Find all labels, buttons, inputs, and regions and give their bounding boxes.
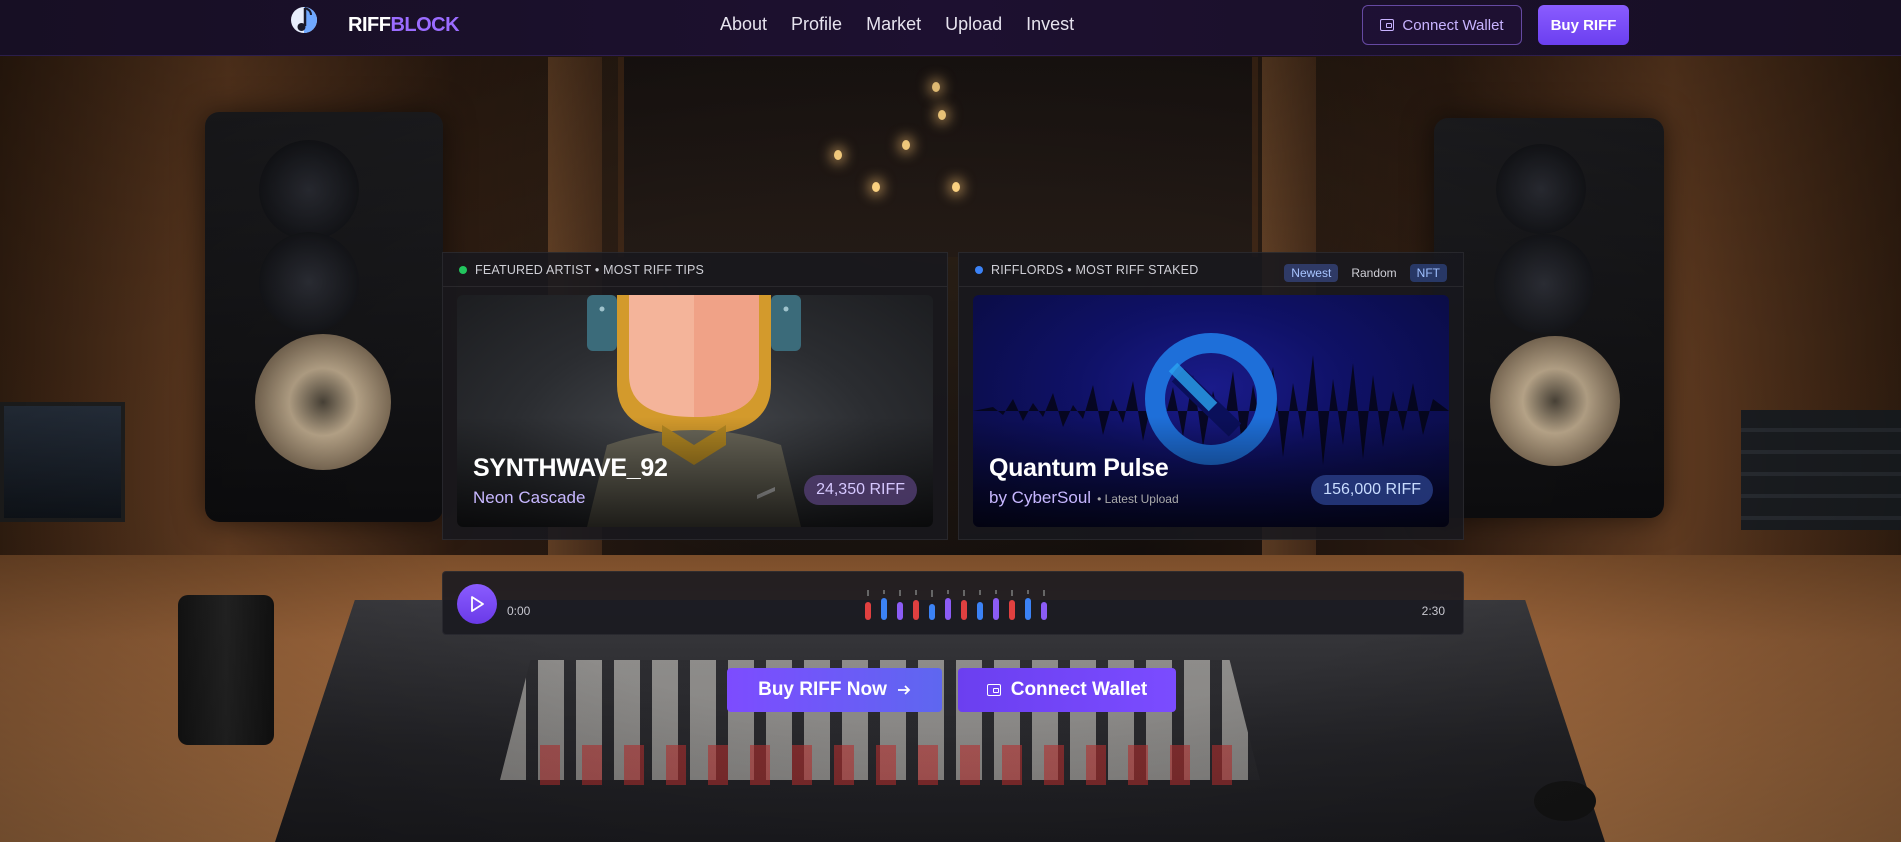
- filter-random[interactable]: Random: [1344, 264, 1403, 282]
- track-artist-line: by CyberSoul • Latest Upload: [989, 488, 1179, 508]
- featured-panel-header: FEATURED ARTIST • MOST RIFF TIPS: [443, 253, 947, 287]
- brand-name-part2: BLOCK: [390, 14, 460, 36]
- nav-buy-riff-button[interactable]: Buy RIFF: [1538, 5, 1629, 45]
- nav-connect-wallet-button[interactable]: Connect Wallet: [1362, 5, 1522, 45]
- track-title: Quantum Pulse: [989, 454, 1169, 482]
- rifflords-filters: Newest Random NFT: [1284, 264, 1447, 282]
- arrow-right-icon: [897, 685, 911, 695]
- buy-riff-now-button[interactable]: Buy RIFF Now: [727, 668, 942, 712]
- wallet-icon: [986, 684, 1001, 696]
- nav-link-about[interactable]: About: [720, 14, 767, 35]
- top-navbar: RIFFBLOCK About Profile Market Upload In…: [0, 0, 1901, 56]
- brand-wordmark[interactable]: RIFFBLOCK: [348, 14, 460, 37]
- music-note-logo-icon[interactable]: [276, 2, 338, 50]
- featured-artist-card[interactable]: SYNTHWAVE_92 Neon Cascade 24,350 RIFF: [457, 295, 933, 527]
- featured-artist-name: SYNTHWAVE_92: [473, 454, 668, 482]
- rifflords-panel-heading: RIFFLORDS • MOST RIFF STAKED: [991, 262, 1199, 277]
- latest-track-card[interactable]: Quantum Pulse by CyberSoul • Latest Uploa…: [973, 295, 1449, 527]
- status-dot: [975, 265, 983, 274]
- equalizer-visualizer: [865, 590, 1047, 620]
- brand-name-part1: RIFF: [348, 14, 391, 36]
- nft-badge[interactable]: NFT: [1409, 264, 1447, 282]
- featured-panel-heading: FEATURED ARTIST • MOST RIFF TIPS: [475, 262, 705, 277]
- rifflords-panel: RIFFLORDS • MOST RIFF STAKED Newest Rand…: [958, 252, 1464, 540]
- play-icon: [471, 596, 484, 612]
- current-time: 0:00: [507, 604, 531, 618]
- nav-link-profile[interactable]: Profile: [791, 14, 842, 35]
- connect-wallet-label: Connect Wallet: [1010, 679, 1148, 700]
- duration: 2:30: [1421, 604, 1445, 618]
- nav-connect-wallet-label: Connect Wallet: [1402, 16, 1504, 34]
- nav-link-upload[interactable]: Upload: [945, 14, 1002, 35]
- nav-link-invest[interactable]: Invest: [1026, 14, 1074, 35]
- live-status-dot: [459, 265, 467, 274]
- audio-player: 0:00 2:30: [442, 571, 1464, 635]
- eq-bars: [865, 598, 1047, 620]
- wallet-icon: [1380, 19, 1395, 31]
- track-artist: by CyberSoul: [989, 488, 1092, 507]
- featured-track-name: Neon Cascade: [473, 488, 586, 507]
- featured-tips-badge: 24,350 RIFF: [804, 475, 917, 505]
- staked-badge: 156,000 RIFF: [1311, 475, 1433, 505]
- track-meta: • Latest Upload: [1097, 492, 1179, 506]
- buy-riff-now-label: Buy RIFF Now: [758, 679, 887, 700]
- filter-newest[interactable]: Newest: [1284, 264, 1339, 282]
- connect-wallet-button[interactable]: Connect Wallet: [958, 668, 1176, 712]
- studio-background: [0, 0, 1901, 842]
- nav-link-market[interactable]: Market: [866, 14, 921, 35]
- featured-artist-panel: FEATURED ARTIST • MOST RIFF TIPS SYNTHWA…: [442, 252, 948, 540]
- play-button[interactable]: [457, 584, 497, 624]
- main-nav: About Profile Market Upload Invest: [720, 14, 1098, 35]
